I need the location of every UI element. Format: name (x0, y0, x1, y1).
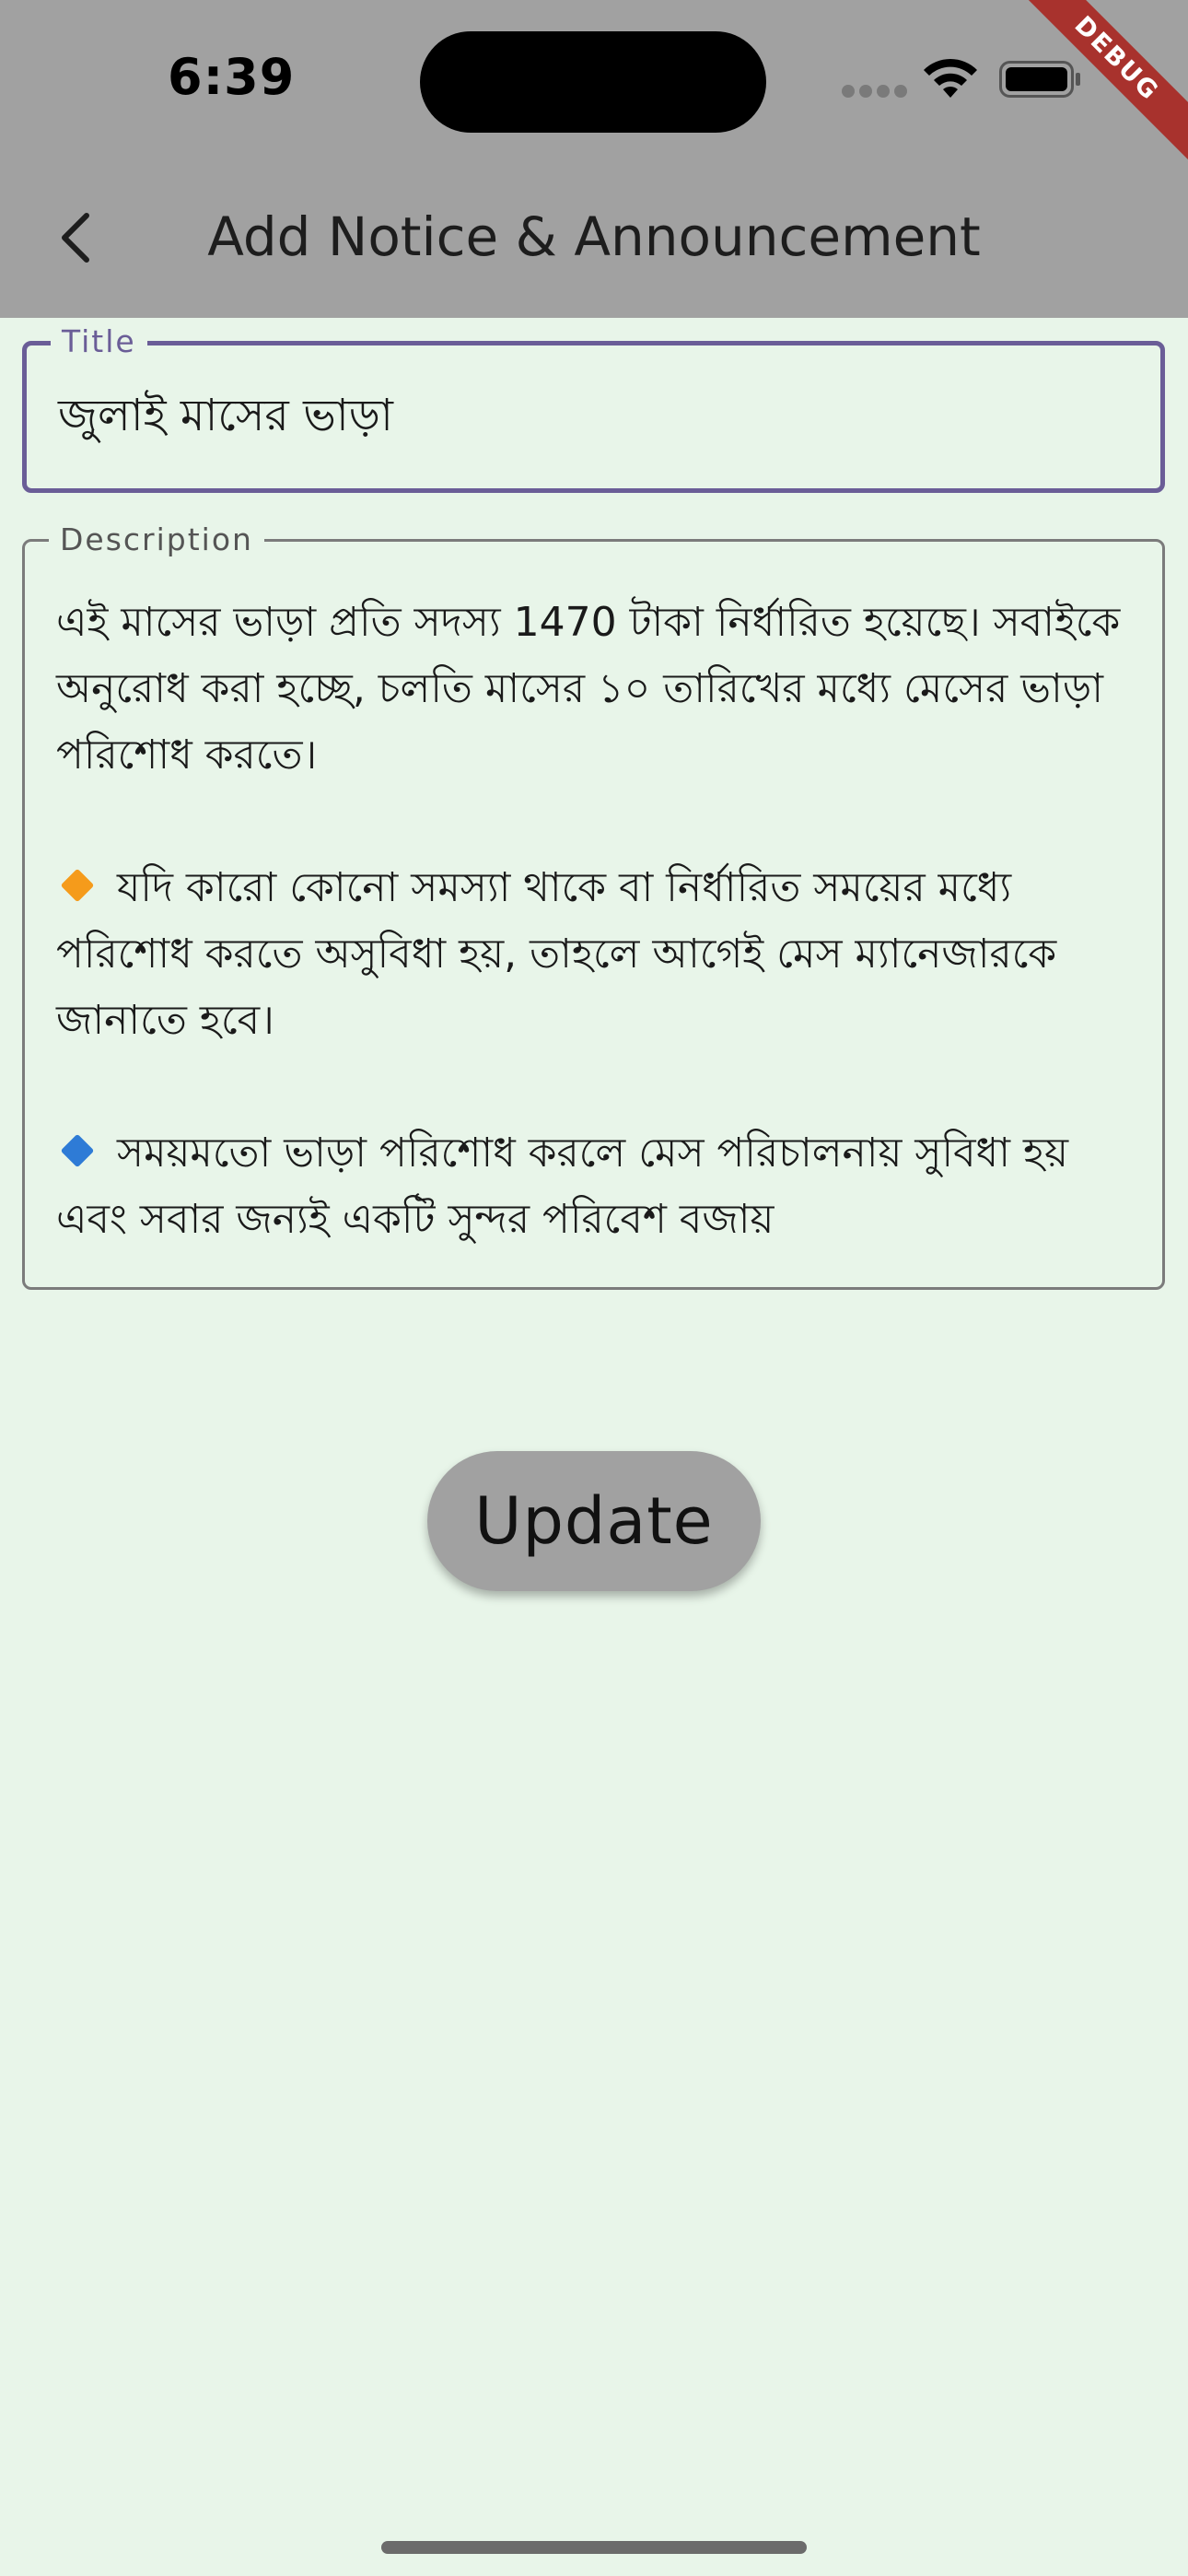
dynamic-island (420, 31, 766, 133)
page-title: Add Notice & Announcement (207, 205, 981, 268)
app-bar: 6:39 DEBUG Add Notice & Announcement (0, 0, 1188, 318)
home-indicator (381, 2541, 807, 2554)
description-text[interactable]: এই মাসের ভাড়া প্রতি সদস্য 1470 টাকা নির… (56, 590, 1135, 1253)
cellular-signal-icon (842, 85, 908, 98)
description-paragraph: সময়মতো ভাড়া পরিশোধ করলে মেস পরিচালনায়… (56, 1130, 1069, 1243)
orange-diamond-icon (60, 868, 95, 903)
title-field[interactable]: Title জুলাই মাসের ভাড়া (22, 322, 1165, 493)
title-field-value[interactable]: জুলাই মাসের ভাড়া (58, 388, 1129, 443)
status-time: 6:39 (168, 48, 296, 106)
description-paragraph: যদি কারো কোনো সমস্যা থাকে বা নির্ধারিত স… (56, 864, 1057, 1044)
wifi-icon (924, 58, 977, 98)
blue-diamond-icon (60, 1133, 95, 1168)
update-button[interactable]: Update (427, 1451, 761, 1591)
debug-banner: DEBUG (1004, 0, 1188, 184)
description-field[interactable]: Description এই মাসের ভাড়া প্রতি সদস্য 1… (22, 520, 1165, 1290)
title-field-label: Title (51, 322, 147, 362)
debug-label: DEBUG (1010, 0, 1188, 165)
description-paragraph: এই মাসের ভাড়া প্রতি সদস্য 1470 টাকা নির… (56, 599, 1121, 779)
description-field-label: Description (49, 520, 264, 560)
